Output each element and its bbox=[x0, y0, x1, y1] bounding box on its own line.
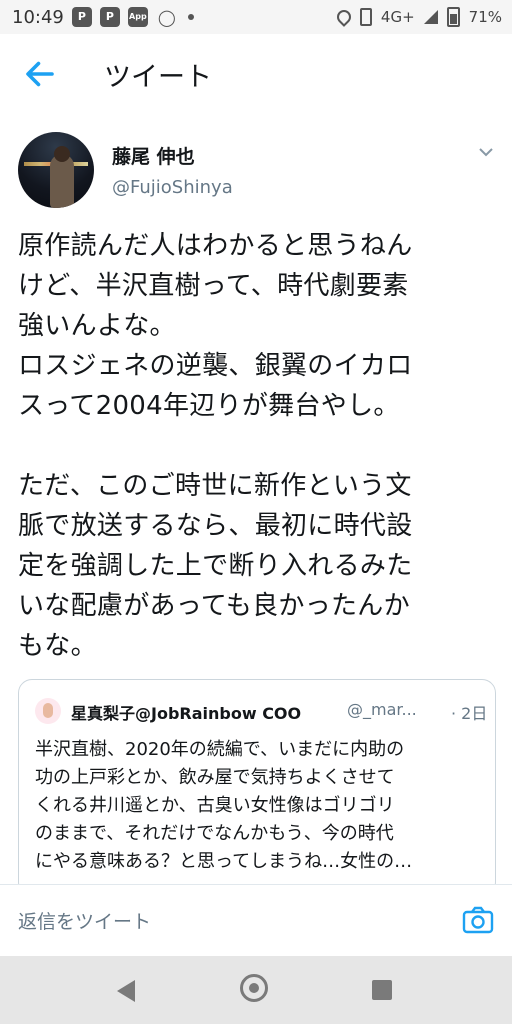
signal-icon bbox=[423, 10, 438, 24]
p-icon: P bbox=[99, 7, 120, 27]
quoted-tweet[interactable]: 星真梨子@JobRainbow COO @_mar... · 2日 半沢直樹、2… bbox=[18, 679, 496, 896]
avatar[interactable] bbox=[18, 132, 94, 208]
avatar-head bbox=[54, 146, 70, 162]
bulb-icon: ◯ bbox=[157, 7, 176, 27]
reply-bar: 返信をツイート bbox=[0, 884, 512, 957]
nav-home-icon[interactable] bbox=[240, 974, 268, 1002]
author-handle[interactable]: @FujioShinya bbox=[112, 177, 233, 198]
nav-recent-apps-icon[interactable] bbox=[372, 980, 392, 1000]
arrow-left-icon[interactable] bbox=[22, 56, 58, 92]
status-bar: 10:49 P P App ◯ 4G+ 71% bbox=[0, 0, 512, 34]
app-header: ツイート bbox=[0, 34, 512, 114]
battery-icon bbox=[446, 7, 460, 27]
notification-dot-icon bbox=[187, 14, 194, 20]
quoted-text: 半沢直樹、2020年の続編で、いまだに内助の 功の上戸彩とか、飲み屋で気持ちよく… bbox=[35, 739, 413, 872]
app-icon: App bbox=[127, 7, 148, 27]
quoted-author-name: 星真梨子@JobRainbow COO bbox=[71, 704, 302, 723]
location-icon bbox=[334, 7, 354, 27]
network-type: 4G+ bbox=[380, 8, 415, 26]
reply-input[interactable]: 返信をツイート bbox=[18, 907, 151, 934]
chevron-down-icon[interactable] bbox=[478, 146, 494, 158]
camera-icon[interactable] bbox=[462, 905, 494, 935]
avatar-person bbox=[50, 154, 74, 208]
quoted-author-handle: @_mar... bbox=[347, 700, 417, 719]
nav-back-icon[interactable] bbox=[117, 980, 135, 1002]
system-nav-bar bbox=[0, 956, 512, 1024]
status-time: 10:49 bbox=[12, 6, 64, 28]
author-name[interactable]: 藤尾 伸也 bbox=[112, 142, 195, 169]
p-icon: P bbox=[71, 7, 92, 27]
status-right: 4G+ 71% bbox=[334, 0, 502, 34]
quoted-timestamp: · 2日 bbox=[451, 704, 488, 723]
quoted-avatar bbox=[35, 698, 61, 724]
tweet-text: 原作読んだ人はわかると思うねん けど、半沢直樹って、時代劇要素 強いんよな。 ロ… bbox=[18, 231, 413, 661]
battery-percent: 71% bbox=[468, 8, 502, 26]
vibrate-icon bbox=[359, 8, 372, 26]
page-title: ツイート bbox=[104, 62, 212, 93]
